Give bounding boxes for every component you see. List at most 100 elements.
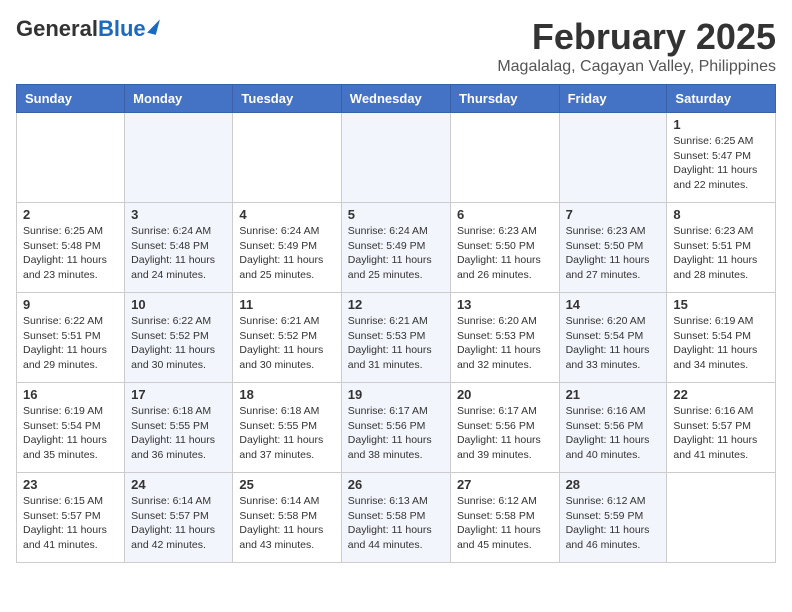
calendar-cell <box>125 113 233 203</box>
calendar-header-wednesday: Wednesday <box>341 85 450 113</box>
calendar-table: SundayMondayTuesdayWednesdayThursdayFrid… <box>16 84 776 563</box>
day-info: Sunrise: 6:14 AM Sunset: 5:57 PM Dayligh… <box>131 494 226 553</box>
day-info: Sunrise: 6:12 AM Sunset: 5:58 PM Dayligh… <box>457 494 553 553</box>
week-row-3: 16 Sunrise: 6:19 AM Sunset: 5:54 PM Dayli… <box>17 383 776 473</box>
day-info: Sunrise: 6:18 AM Sunset: 5:55 PM Dayligh… <box>131 404 226 463</box>
calendar-cell: 10Sunrise: 6:22 AM Sunset: 5:52 PM Dayli… <box>125 293 233 383</box>
calendar-cell: 27 Sunrise: 6:12 AM Sunset: 5:58 PM Dayli… <box>450 473 559 563</box>
calendar-cell: 26 Sunrise: 6:13 AM Sunset: 5:58 PM Dayli… <box>341 473 450 563</box>
day-info: Sunrise: 6:23 AM Sunset: 5:51 PM Dayligh… <box>673 224 769 283</box>
day-info: Sunrise: 6:24 AM Sunset: 5:49 PM Dayligh… <box>239 224 334 283</box>
day-info: Sunrise: 6:24 AM Sunset: 5:48 PM Dayligh… <box>131 224 226 283</box>
day-number: 21 <box>566 387 661 402</box>
calendar-cell <box>559 113 667 203</box>
calendar-cell: 2 Sunrise: 6:25 AM Sunset: 5:48 PM Daylig… <box>17 203 125 293</box>
calendar-cell: 18 Sunrise: 6:18 AM Sunset: 5:55 PM Dayli… <box>233 383 341 473</box>
day-info: Sunrise: 6:24 AM Sunset: 5:49 PM Dayligh… <box>348 224 444 283</box>
day-info: Sunrise: 6:12 AM Sunset: 5:59 PM Dayligh… <box>566 494 661 553</box>
day-number: 24 <box>131 477 226 492</box>
day-number: 9 <box>23 297 118 312</box>
day-number: 25 <box>239 477 334 492</box>
day-number: 23 <box>23 477 118 492</box>
logo-general-text: General <box>16 16 98 42</box>
day-number: 3 <box>131 207 226 222</box>
calendar-header-saturday: Saturday <box>667 85 776 113</box>
week-row-2: 9 Sunrise: 6:22 AM Sunset: 5:51 PM Daylig… <box>17 293 776 383</box>
day-info: Sunrise: 6:20 AM Sunset: 5:53 PM Dayligh… <box>457 314 553 373</box>
calendar-header-row: SundayMondayTuesdayWednesdayThursdayFrid… <box>17 85 776 113</box>
calendar-header-friday: Friday <box>559 85 667 113</box>
calendar-header-thursday: Thursday <box>450 85 559 113</box>
calendar-header-sunday: Sunday <box>17 85 125 113</box>
calendar-cell: 14Sunrise: 6:20 AM Sunset: 5:54 PM Dayli… <box>559 293 667 383</box>
day-number: 7 <box>566 207 661 222</box>
title-section: February 2025 Magalalag, Cagayan Valley,… <box>497 16 776 76</box>
day-info: Sunrise: 6:25 AM Sunset: 5:47 PM Dayligh… <box>673 134 769 193</box>
day-number: 20 <box>457 387 553 402</box>
day-number: 22 <box>673 387 769 402</box>
calendar-cell <box>233 113 341 203</box>
calendar-cell: 13 Sunrise: 6:20 AM Sunset: 5:53 PM Dayli… <box>450 293 559 383</box>
day-number: 18 <box>239 387 334 402</box>
month-title: February 2025 <box>497 16 776 58</box>
calendar-cell: 7 Sunrise: 6:23 AM Sunset: 5:50 PM Daylig… <box>559 203 667 293</box>
calendar-cell: 17Sunrise: 6:18 AM Sunset: 5:55 PM Dayli… <box>125 383 233 473</box>
week-row-1: 2 Sunrise: 6:25 AM Sunset: 5:48 PM Daylig… <box>17 203 776 293</box>
day-info: Sunrise: 6:15 AM Sunset: 5:57 PM Dayligh… <box>23 494 118 553</box>
day-info: Sunrise: 6:23 AM Sunset: 5:50 PM Dayligh… <box>566 224 661 283</box>
calendar-cell: 23 Sunrise: 6:15 AM Sunset: 5:57 PM Dayli… <box>17 473 125 563</box>
day-info: Sunrise: 6:17 AM Sunset: 5:56 PM Dayligh… <box>348 404 444 463</box>
day-info: Sunrise: 6:21 AM Sunset: 5:53 PM Dayligh… <box>348 314 444 373</box>
calendar-cell: 21 Sunrise: 6:16 AM Sunset: 5:56 PM Dayli… <box>559 383 667 473</box>
calendar-cell: 15 Sunrise: 6:19 AM Sunset: 5:54 PM Dayli… <box>667 293 776 383</box>
day-number: 13 <box>457 297 553 312</box>
week-row-0: 1 Sunrise: 6:25 AM Sunset: 5:47 PM Daylig… <box>17 113 776 203</box>
day-number: 1 <box>673 117 769 132</box>
day-number: 26 <box>348 477 444 492</box>
calendar-cell: 9 Sunrise: 6:22 AM Sunset: 5:51 PM Daylig… <box>17 293 125 383</box>
day-number: 27 <box>457 477 553 492</box>
day-number: 28 <box>566 477 661 492</box>
calendar-cell <box>667 473 776 563</box>
calendar-cell: 16 Sunrise: 6:19 AM Sunset: 5:54 PM Dayli… <box>17 383 125 473</box>
calendar-cell <box>341 113 450 203</box>
day-info: Sunrise: 6:22 AM Sunset: 5:51 PM Dayligh… <box>23 314 118 373</box>
day-number: 8 <box>673 207 769 222</box>
calendar-cell: 22Sunrise: 6:16 AM Sunset: 5:57 PM Dayli… <box>667 383 776 473</box>
day-info: Sunrise: 6:14 AM Sunset: 5:58 PM Dayligh… <box>239 494 334 553</box>
calendar-header-monday: Monday <box>125 85 233 113</box>
day-number: 16 <box>23 387 118 402</box>
calendar-cell: 5 Sunrise: 6:24 AM Sunset: 5:49 PM Daylig… <box>341 203 450 293</box>
calendar-cell: 28 Sunrise: 6:12 AM Sunset: 5:59 PM Dayli… <box>559 473 667 563</box>
day-info: Sunrise: 6:19 AM Sunset: 5:54 PM Dayligh… <box>673 314 769 373</box>
day-info: Sunrise: 6:13 AM Sunset: 5:58 PM Dayligh… <box>348 494 444 553</box>
day-info: Sunrise: 6:19 AM Sunset: 5:54 PM Dayligh… <box>23 404 118 463</box>
calendar-cell <box>450 113 559 203</box>
calendar-header-tuesday: Tuesday <box>233 85 341 113</box>
day-number: 6 <box>457 207 553 222</box>
day-number: 4 <box>239 207 334 222</box>
logo-triangle-icon <box>147 17 160 35</box>
day-number: 12 <box>348 297 444 312</box>
calendar-cell: 6 Sunrise: 6:23 AM Sunset: 5:50 PM Daylig… <box>450 203 559 293</box>
day-number: 2 <box>23 207 118 222</box>
day-number: 15 <box>673 297 769 312</box>
calendar-cell: 3 Sunrise: 6:24 AM Sunset: 5:48 PM Daylig… <box>125 203 233 293</box>
day-info: Sunrise: 6:18 AM Sunset: 5:55 PM Dayligh… <box>239 404 334 463</box>
day-info: Sunrise: 6:22 AM Sunset: 5:52 PM Dayligh… <box>131 314 226 373</box>
calendar-cell: 8 Sunrise: 6:23 AM Sunset: 5:51 PM Daylig… <box>667 203 776 293</box>
calendar-cell: 20 Sunrise: 6:17 AM Sunset: 5:56 PM Dayli… <box>450 383 559 473</box>
location-subtitle: Magalalag, Cagayan Valley, Philippines <box>497 58 776 76</box>
day-number: 14 <box>566 297 661 312</box>
week-row-4: 23 Sunrise: 6:15 AM Sunset: 5:57 PM Dayli… <box>17 473 776 563</box>
day-info: Sunrise: 6:16 AM Sunset: 5:56 PM Dayligh… <box>566 404 661 463</box>
calendar-cell: 1 Sunrise: 6:25 AM Sunset: 5:47 PM Daylig… <box>667 113 776 203</box>
day-number: 5 <box>348 207 444 222</box>
day-info: Sunrise: 6:17 AM Sunset: 5:56 PM Dayligh… <box>457 404 553 463</box>
day-info: Sunrise: 6:21 AM Sunset: 5:52 PM Dayligh… <box>239 314 334 373</box>
calendar-cell: 4 Sunrise: 6:24 AM Sunset: 5:49 PM Daylig… <box>233 203 341 293</box>
logo-blue-text: Blue <box>98 16 146 41</box>
day-info: Sunrise: 6:25 AM Sunset: 5:48 PM Dayligh… <box>23 224 118 283</box>
day-info: Sunrise: 6:23 AM Sunset: 5:50 PM Dayligh… <box>457 224 553 283</box>
calendar-cell: 19Sunrise: 6:17 AM Sunset: 5:56 PM Dayli… <box>341 383 450 473</box>
